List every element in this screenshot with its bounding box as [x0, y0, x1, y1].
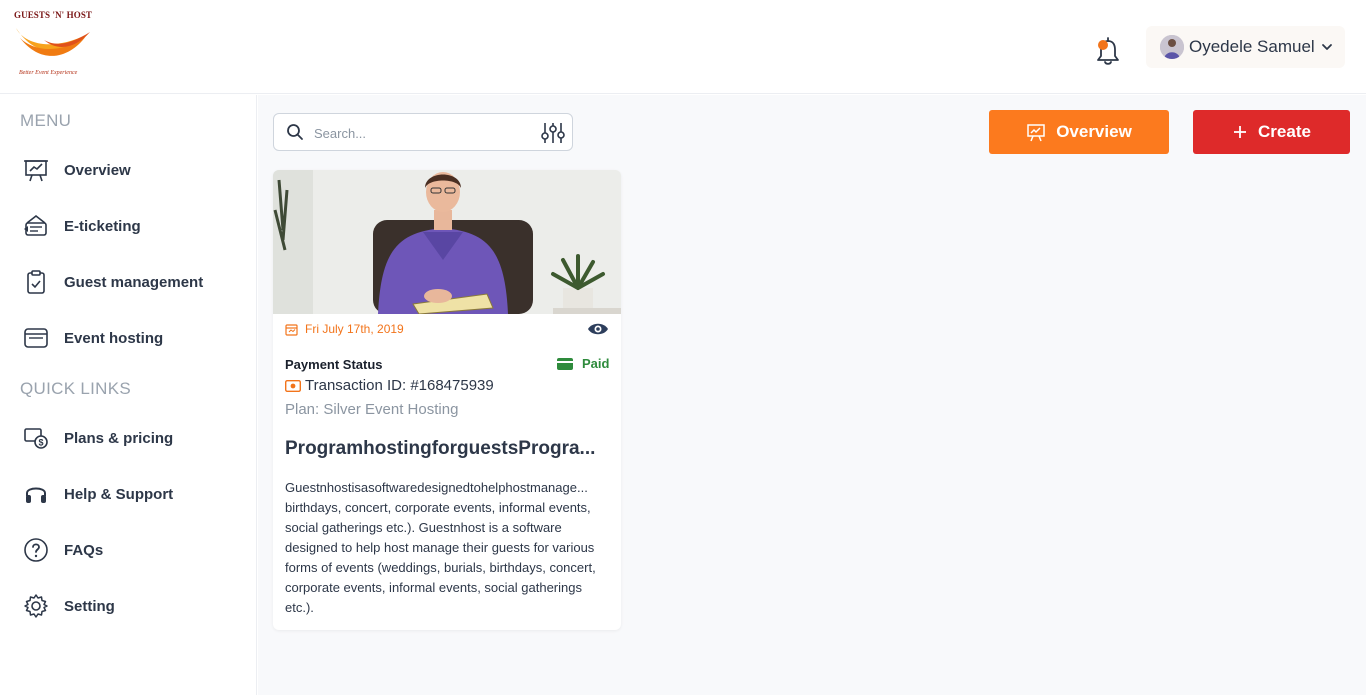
search-input[interactable] [314, 123, 534, 143]
clipboard-check-icon [22, 268, 50, 296]
filter-sliders-icon[interactable] [540, 120, 566, 146]
user-name: Oyedele Samuel [1189, 37, 1315, 56]
top-header: GUESTS 'N' HOST Better Event Experience … [0, 0, 1366, 94]
sidebar-item-overview[interactable]: Overview [22, 155, 131, 185]
payment-status-value: Paid [582, 356, 610, 371]
event-card[interactable]: Fri July 17th, 2019 Payment Status Paid … [273, 170, 621, 630]
sidebar-item-label: FAQs [64, 541, 104, 559]
event-description: Guestnhostisasoftwaredesignedtohelphostm… [285, 478, 611, 618]
sidebar-item-label: Event hosting [64, 329, 164, 347]
payment-status-label: Payment Status [285, 357, 383, 372]
avatar [1160, 35, 1184, 59]
sidebar-item-label: Plans & pricing [64, 429, 174, 447]
credit-card-icon [557, 357, 573, 370]
event-description-first-line: Guestnhostisasoftwaredesignedtohelphostm… [285, 480, 588, 495]
cash-icon [285, 379, 301, 392]
create-button-label: Create [1258, 122, 1311, 141]
brand-tagline: Better Event Experience [19, 70, 78, 76]
headset-icon [22, 480, 50, 508]
dollar-cards-icon: $ [22, 424, 50, 452]
sidebar-item-label: Guest management [64, 273, 204, 291]
svg-text:$: $ [38, 438, 43, 448]
brand-logo[interactable]: GUESTS 'N' HOST Better Event Experience [14, 10, 94, 80]
user-menu[interactable]: Oyedele Samuel [1146, 26, 1345, 68]
event-date: Fri July 17th, 2019 [285, 322, 404, 336]
event-image [273, 170, 621, 314]
calendar-icon [285, 323, 298, 336]
sidebar-item-help-support[interactable]: Help & Support [22, 479, 173, 509]
event-title: ProgramhostingforguestsProgra... [285, 438, 596, 459]
overview-button[interactable]: Overview [989, 110, 1169, 154]
event-description-rest: birthdays, concert, corporate events, in… [285, 500, 596, 615]
transaction-id-text: Transaction ID: #168475939 [305, 377, 494, 394]
eye-icon[interactable] [587, 321, 609, 337]
sidebar-item-event-hosting[interactable]: Event hosting [22, 323, 163, 353]
sidebar-item-label: Setting [64, 597, 115, 615]
notification-dot [1098, 40, 1108, 50]
sidebar-item-label: Overview [64, 161, 131, 179]
sidebar: MENU Overview E-ticketing Guest manageme… [0, 95, 257, 695]
presentation-chart-icon [22, 156, 50, 184]
chevron-down-icon[interactable] [1321, 41, 1333, 53]
presentation-chart-icon [1026, 122, 1046, 142]
logo-swoosh-icon [16, 28, 90, 56]
sidebar-item-label: Help & Support [64, 485, 174, 503]
create-button[interactable]: Create [1193, 110, 1350, 154]
ticket-icon [22, 212, 50, 240]
main-content: Overview Create [258, 95, 1366, 695]
browser-window-icon [22, 324, 50, 352]
transaction-id: Transaction ID: #168475939 [285, 377, 494, 394]
search-icon [287, 124, 303, 140]
gear-icon [22, 592, 50, 620]
status-badge: Paid [557, 356, 609, 371]
sidebar-item-faqs[interactable]: FAQs [22, 535, 103, 565]
sidebar-item-plans-pricing[interactable]: $ Plans & pricing [22, 423, 173, 453]
brand-name: GUESTS 'N' HOST [14, 10, 93, 20]
plan-text: Plan: Silver Event Hosting [285, 401, 459, 418]
overview-button-label: Overview [1056, 122, 1132, 141]
plus-icon [1232, 124, 1248, 140]
event-date-text: Fri July 17th, 2019 [305, 322, 404, 336]
search-box [273, 113, 573, 151]
quick-links-section-title: QUICK LINKS [20, 379, 131, 398]
sidebar-item-label: E-ticketing [64, 217, 141, 235]
sidebar-item-guest-management[interactable]: Guest management [22, 267, 203, 297]
menu-section-title: MENU [20, 111, 72, 130]
sidebar-item-e-ticketing[interactable]: E-ticketing [22, 211, 141, 241]
bell-icon[interactable] [1094, 36, 1122, 66]
sidebar-item-setting[interactable]: Setting [22, 591, 115, 621]
question-circle-icon [22, 536, 50, 564]
